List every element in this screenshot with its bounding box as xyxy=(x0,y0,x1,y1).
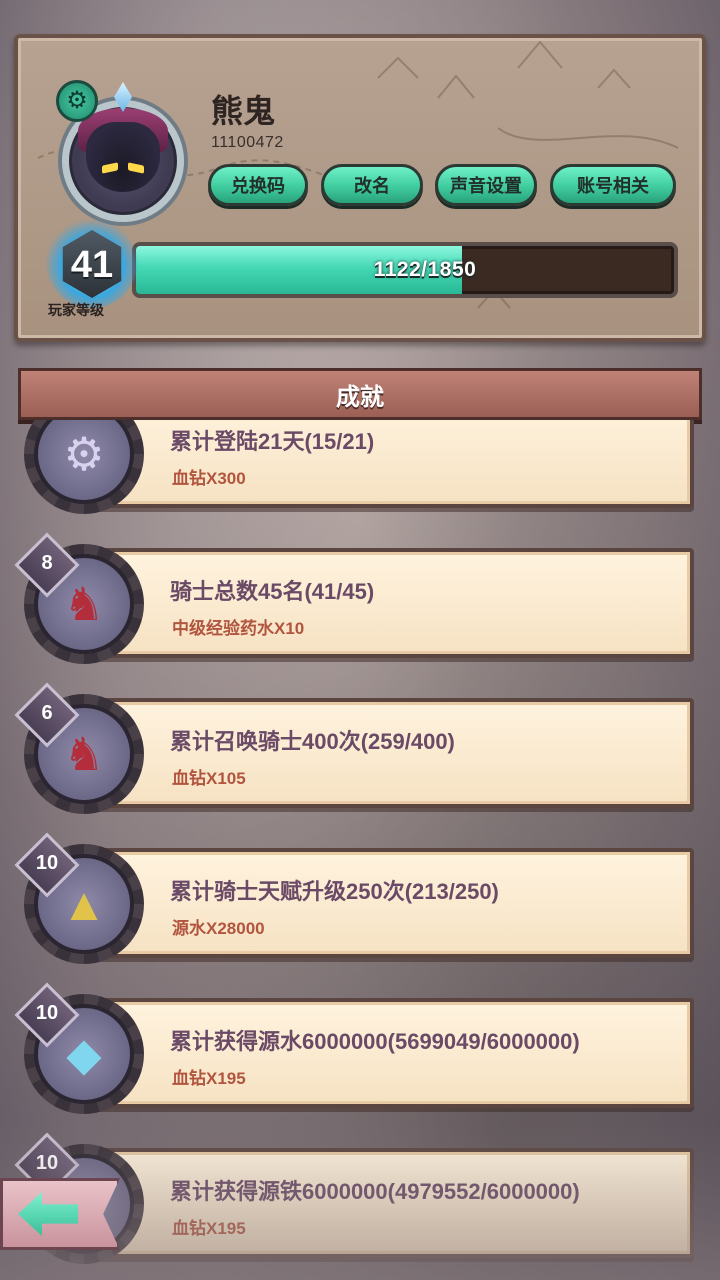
achievement-reward: 血钻X105 xyxy=(172,769,246,788)
sound-settings-button[interactable]: 声音设置 xyxy=(435,164,537,206)
achievement-title: 累计获得源水6000000(5699049/6000000) xyxy=(170,1029,580,1054)
tier-number: 6 xyxy=(41,702,53,724)
tier-number: 10 xyxy=(35,1002,59,1024)
achievement-reward: 血钻X195 xyxy=(172,1069,246,1088)
gear-emblem-icon: ⚙ xyxy=(63,428,105,480)
profile-panel: ⚙ 熊鬼 11100472 兑换码 改名 声音设置 账号相关 1122/1850… xyxy=(14,34,706,342)
achievement-list[interactable]: ⚙ 累计登陆21天(15/21) 血钻X300 ♞ 8 骑士总数45名(41/4… xyxy=(0,420,720,1280)
back-button[interactable] xyxy=(0,1170,140,1256)
achievement-icon: ▲ 10 xyxy=(14,832,148,968)
achievement-title: 骑士总数45名(41/45) xyxy=(170,579,375,604)
achievement-reward: 血钻X195 xyxy=(172,1219,246,1238)
achievement-title: 累计骑士天赋升级250次(213/250) xyxy=(170,879,499,904)
achievement-item[interactable]: ♞ 8 骑士总数45名(41/45) 中级经验药水X10 xyxy=(0,532,720,664)
player-name: 熊鬼 xyxy=(211,93,276,129)
achievement-title: 累计登陆21天(15/21) xyxy=(170,429,375,454)
achievement-item[interactable]: ◆ 10 累计获得源水6000000(5699049/6000000) 血钻X1… xyxy=(0,982,720,1114)
achievements-header: 成就 xyxy=(18,368,702,420)
achievement-title: 累计召唤骑士400次(259/400) xyxy=(170,729,455,754)
player-id: 11100472 xyxy=(211,134,284,151)
achievement-icon: ◆ 10 xyxy=(14,982,148,1118)
achievement-title: 累计获得源铁6000000(4979552/6000000) xyxy=(170,1179,580,1204)
tier-number: 10 xyxy=(35,852,59,874)
level-badge: 41 xyxy=(46,216,138,308)
section-title: 成就 xyxy=(336,383,384,411)
achievement-icon: ⚙ xyxy=(20,420,148,518)
achievement-reward: 血钻X300 xyxy=(172,469,246,488)
achievement-item[interactable]: ♞ 6 累计召唤骑士400次(259/400) 血钻X105 xyxy=(0,682,720,814)
achievement-item[interactable]: ⚙ 累计登陆21天(15/21) 血钻X300 xyxy=(0,420,720,514)
avatar-face xyxy=(86,122,160,192)
tier-number: 8 xyxy=(41,552,53,574)
gear-icon: ⚙ xyxy=(66,87,88,114)
level-label: 玩家等级 xyxy=(48,302,104,318)
player-level: 41 xyxy=(70,244,114,286)
settings-gear-button[interactable]: ⚙ xyxy=(56,80,98,122)
xp-text: 1122/1850 xyxy=(373,258,477,281)
achievement-item[interactable]: ▲ 10 累计骑士天赋升级250次(213/250) 源水X28000 xyxy=(0,832,720,964)
rename-button[interactable]: 改名 xyxy=(321,164,423,206)
achievement-reward: 源水X28000 xyxy=(172,919,265,938)
xp-progress-bar: 1122/1850 xyxy=(132,242,678,298)
achievement-reward: 中级经验药水X10 xyxy=(172,619,305,638)
account-button[interactable]: 账号相关 xyxy=(550,164,676,206)
achievement-icon: ♞ 8 xyxy=(14,532,148,668)
achievement-icon: ♞ 6 xyxy=(14,682,148,818)
redeem-code-button[interactable]: 兑换码 xyxy=(208,164,308,206)
